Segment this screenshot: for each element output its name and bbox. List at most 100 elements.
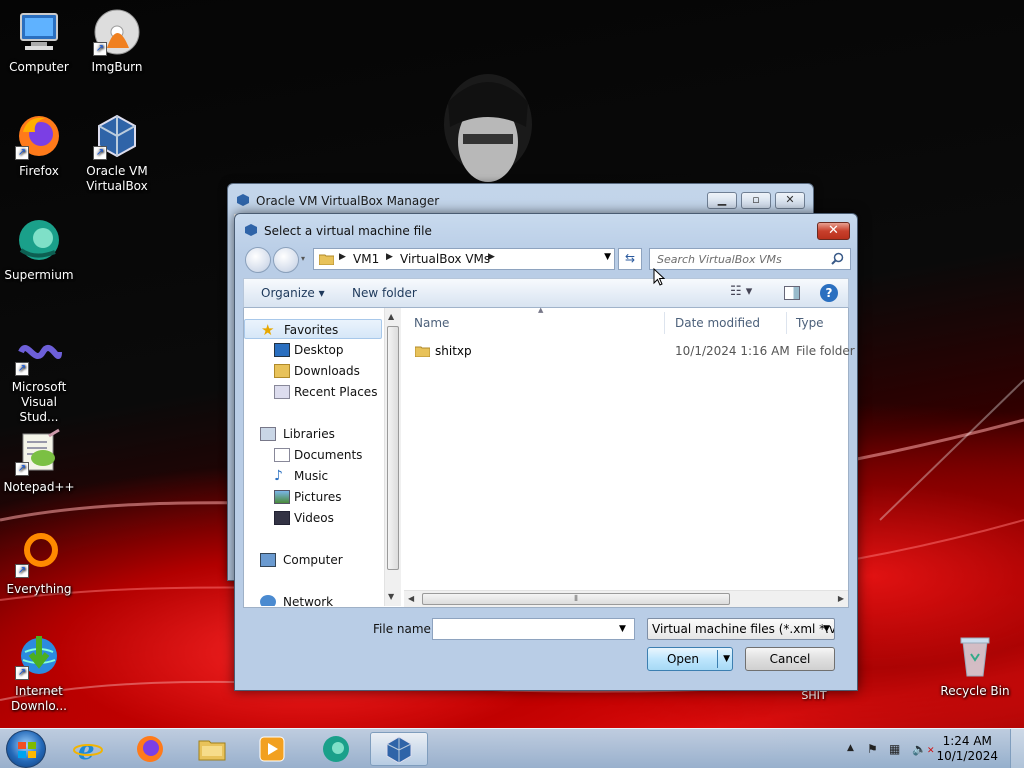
media-player-icon xyxy=(259,736,285,762)
breadcrumb-arrow-icon[interactable]: ▶ xyxy=(339,252,346,262)
breadcrumb-vm1[interactable]: VM1 xyxy=(353,252,379,266)
desktop-icon-recycle-bin[interactable]: Recycle Bin xyxy=(936,632,1014,699)
new-folder-button[interactable]: New folder xyxy=(352,286,417,300)
file-list-horizontal-scrollbar[interactable]: ◀ ⦀ ▶ xyxy=(404,590,848,607)
search-icon[interactable] xyxy=(831,252,844,265)
desktop-icon-computer[interactable]: Computer xyxy=(0,8,78,75)
clock[interactable]: 1:24 AM 10/1/2024 xyxy=(936,734,998,764)
command-bar: Organize ▾ New folder ☷ ▾ ? xyxy=(243,278,849,308)
nav-music[interactable]: ♪ Music xyxy=(244,466,382,486)
open-button[interactable]: Open ▼ xyxy=(647,647,733,671)
scrollbar-thumb[interactable]: ⦀ xyxy=(422,593,730,605)
minimize-button[interactable]: ▁ xyxy=(707,192,737,209)
file-name: shitxp xyxy=(435,344,472,358)
clock-time: 1:24 AM xyxy=(942,734,992,748)
desktop-icon-label: Supermium xyxy=(4,268,74,282)
breadcrumb-arrow-icon[interactable]: ▶ xyxy=(386,252,393,262)
nav-recent-places[interactable]: Recent Places xyxy=(244,382,382,402)
navigation-pane[interactable]: ★ Favorites Desktop Downloads Recent Pla… xyxy=(244,308,402,606)
volume-muted-icon[interactable]: 🔈✕ xyxy=(912,742,935,756)
column-header-date-modified[interactable]: Date modified xyxy=(675,316,760,330)
desktop-icon-label: Notepad++ xyxy=(3,480,75,494)
network-icon[interactable]: ▦ xyxy=(889,742,900,756)
desktop-icon-visual-studio[interactable]: ↗ Microsoft Visual Stud... xyxy=(0,328,78,425)
desktop-icon-supermium[interactable]: Supermium xyxy=(0,216,78,283)
address-dropdown-icon[interactable]: ▼ xyxy=(604,252,611,262)
nav-libraries[interactable]: Libraries xyxy=(244,424,382,444)
desktop-icon-label: ImgBurn xyxy=(91,60,143,74)
folder-icon xyxy=(319,254,334,265)
show-hidden-icons-icon[interactable]: ▲ xyxy=(847,743,854,753)
firefox-icon: ↗ xyxy=(15,112,63,160)
nav-favorites[interactable]: ★ Favorites xyxy=(244,319,382,339)
recent-locations-chevron-icon[interactable]: ▾ xyxy=(301,254,305,263)
nav-desktop[interactable]: Desktop xyxy=(244,340,382,360)
search-input[interactable] xyxy=(649,248,851,270)
forward-button[interactable] xyxy=(273,247,299,273)
desktop-icon-everything[interactable]: ↗ Everything xyxy=(0,530,78,597)
scrollbar-thumb[interactable] xyxy=(387,326,399,570)
taskbar-virtualbox[interactable] xyxy=(370,732,428,766)
music-note-icon: ♪ xyxy=(274,468,283,484)
column-header-type[interactable]: Type xyxy=(796,316,824,330)
action-center-flag-icon[interactable]: ⚑ xyxy=(867,742,878,756)
back-button[interactable] xyxy=(245,247,271,273)
start-button[interactable] xyxy=(6,730,46,768)
organize-button[interactable]: Organize ▾ xyxy=(261,286,325,300)
cancel-button[interactable]: Cancel xyxy=(745,647,835,671)
nav-downloads[interactable]: Downloads xyxy=(244,361,382,381)
desktop-icon-label: Oracle VM VirtualBox xyxy=(86,164,148,193)
nav-computer[interactable]: Computer xyxy=(244,550,382,570)
close-button[interactable]: ✕ xyxy=(817,222,850,240)
file-type-filter-select[interactable]: Virtual machine files (*.xml *.vb ▼ xyxy=(647,618,835,640)
views-icon[interactable]: ☷ ▾ xyxy=(730,284,752,302)
scroll-left-icon[interactable]: ◀ xyxy=(408,594,414,603)
taskbar-firefox[interactable] xyxy=(122,732,180,766)
address-bar[interactable]: ▶ VM1 ▶ VirtualBox VMs ▶ ▼ xyxy=(313,248,615,270)
column-header-name[interactable]: Name xyxy=(414,316,449,330)
taskbar-media-player[interactable] xyxy=(244,732,302,766)
taskbar-file-explorer[interactable] xyxy=(184,732,242,766)
file-name-dropdown-icon[interactable]: ▼ xyxy=(619,624,626,634)
open-dropdown-icon[interactable]: ▼ xyxy=(723,648,730,670)
desktop-icon-notepadpp[interactable]: ↗ Notepad++ xyxy=(0,428,78,495)
file-list[interactable]: ▲ Name Date modified Type shitxp 10/1/20… xyxy=(404,306,855,606)
scroll-right-icon[interactable]: ▶ xyxy=(838,594,844,603)
refresh-button[interactable]: ⇆ xyxy=(618,248,642,270)
file-name-label: File name: xyxy=(373,622,435,636)
desktop-icon-label: Microsoft Visual Stud... xyxy=(11,380,67,424)
desktop-icon-virtualbox[interactable]: ↗ Oracle VM VirtualBox xyxy=(78,112,156,194)
maximize-button[interactable]: ▫ xyxy=(741,192,771,209)
nav-videos[interactable]: Videos xyxy=(244,508,382,528)
taskbar-internet-explorer[interactable]: e xyxy=(60,732,118,766)
supermium-icon xyxy=(15,216,63,264)
column-separator[interactable] xyxy=(786,312,787,334)
file-row[interactable]: shitxp 10/1/2024 1:16 AM File folder xyxy=(414,340,855,362)
close-button[interactable]: ✕ xyxy=(775,192,805,209)
nav-network[interactable]: Network xyxy=(244,592,382,606)
mouse-cursor-icon xyxy=(653,268,665,286)
desktop-icon-idm[interactable]: ↗ Internet Downlo... xyxy=(0,632,78,714)
breadcrumb-virtualbox-vms[interactable]: VirtualBox VMs xyxy=(400,252,490,266)
help-icon[interactable]: ? xyxy=(820,284,838,302)
dialog-title: Select a virtual machine file xyxy=(264,224,432,238)
taskbar-supermium[interactable] xyxy=(308,732,366,766)
virtualbox-icon xyxy=(245,224,257,236)
select-vm-file-dialog[interactable]: Select a virtual machine file ✕ ▾ ▶ VM1 … xyxy=(234,213,858,691)
system-tray: ▲ ⚑ ▦ 🔈✕ 1:24 AM 10/1/2024 xyxy=(834,729,1024,768)
show-desktop-button[interactable] xyxy=(1010,729,1024,768)
file-name-input[interactable] xyxy=(432,618,635,640)
preview-pane-icon[interactable] xyxy=(784,286,800,300)
scroll-up-icon[interactable]: ▲ xyxy=(388,312,394,321)
nav-pictures[interactable]: Pictures xyxy=(244,487,382,507)
file-date: 10/1/2024 1:16 AM xyxy=(675,344,790,358)
scroll-down-icon[interactable]: ▼ xyxy=(388,592,394,601)
desktop-icon-firefox[interactable]: ↗ Firefox xyxy=(0,112,78,179)
navigation-scrollbar[interactable]: ▲ ▼ xyxy=(384,308,401,606)
breadcrumb-arrow-icon[interactable]: ▶ xyxy=(488,252,495,262)
column-separator[interactable] xyxy=(664,312,665,334)
nav-documents[interactable]: Documents xyxy=(244,445,382,465)
shortcut-arrow-icon: ↗ xyxy=(15,666,29,680)
chevron-down-icon: ▼ xyxy=(823,624,830,634)
desktop-icon-imgburn[interactable]: ↗ ImgBurn xyxy=(78,8,156,75)
